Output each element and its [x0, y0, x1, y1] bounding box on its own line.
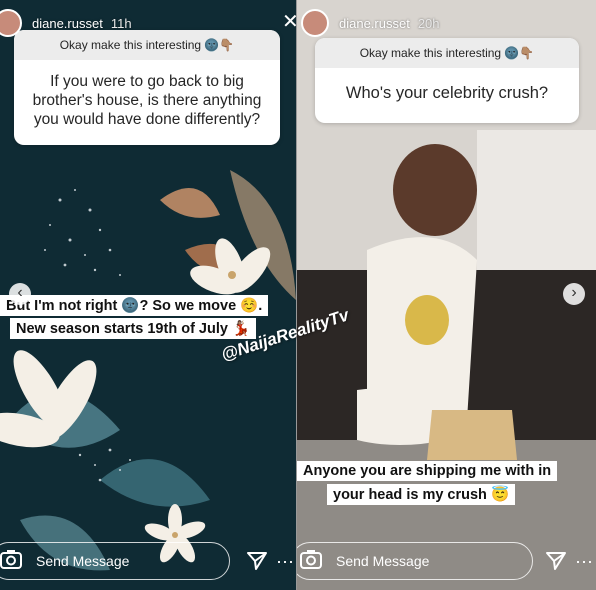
question-header: Okay make this interesting 🌚👇🏽	[315, 38, 579, 68]
more-icon[interactable]: ⋯	[575, 552, 594, 573]
left-story[interactable]: diane.russet 11h ✕ Okay make this intere…	[0, 0, 296, 590]
send-message-placeholder: Send Message	[336, 553, 430, 569]
story-time: 11h	[110, 15, 132, 31]
send-message-placeholder: Send Message	[36, 553, 130, 569]
more-icon[interactable]: ⋯	[276, 552, 295, 573]
reply-bar: Send Message ⋯	[0, 542, 296, 582]
question-sticker: Okay make this interesting 🌚👇🏽 If you we…	[14, 30, 280, 145]
avatar[interactable]	[301, 9, 329, 37]
caption-line-2: New season starts 19th of July 💃🏽	[10, 318, 257, 339]
story-header: diane.russet 11h	[0, 6, 296, 40]
story-viewer: diane.russet 11h ✕ Okay make this intere…	[0, 0, 596, 590]
question-sticker: Okay make this interesting 🌚👇🏽 Who's you…	[315, 38, 579, 123]
send-icon[interactable]	[545, 551, 567, 571]
send-icon[interactable]	[246, 551, 268, 571]
username[interactable]: diane.russet	[32, 16, 103, 31]
avatar[interactable]	[0, 9, 22, 37]
caption-line-2: your head is my crush 😇	[327, 484, 515, 505]
story-header: diane.russet 20h	[297, 6, 596, 40]
caption-line-1: Anyone you are shipping me with in	[297, 461, 558, 481]
right-story[interactable]: diane.russet 20h Okay make this interest…	[297, 0, 596, 590]
question-text: Who's your celebrity crush?	[345, 84, 549, 102]
username[interactable]: diane.russet	[339, 16, 410, 31]
caption-line-1: But I'm not right 🌚? So we move ☺️.	[0, 295, 269, 316]
prev-arrow-icon[interactable]: ‹	[9, 283, 31, 305]
question-text: If you were to go back to big brother's …	[32, 73, 262, 128]
story-time: 20h	[417, 15, 440, 31]
reply-bar: Send Message ⋯	[297, 542, 596, 582]
next-arrow-icon[interactable]: ›	[563, 283, 585, 305]
